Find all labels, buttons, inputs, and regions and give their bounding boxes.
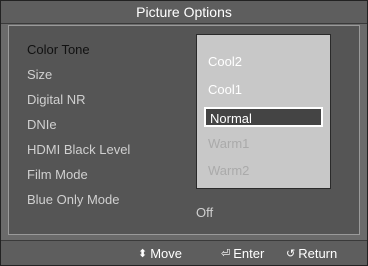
- color-tone-dropdown: Cool2 Cool1 Normal Warm1 Warm2: [196, 34, 331, 189]
- dropdown-option-cool1[interactable]: Cool1: [204, 80, 323, 100]
- dropdown-option-warm1[interactable]: Warm1: [204, 134, 323, 154]
- menu-item-dnie[interactable]: DNIe: [27, 117, 197, 132]
- menu-item-digital-nr[interactable]: Digital NR: [27, 92, 197, 107]
- return-icon: ↺: [286, 248, 296, 260]
- blue-only-mode-value: Off: [196, 205, 214, 220]
- up-down-arrow-icon: ⬍: [138, 248, 148, 260]
- enter-icon: ⏎: [221, 248, 231, 260]
- move-hint-label: Move: [150, 246, 183, 261]
- dropdown-option-cool2[interactable]: Cool2: [204, 52, 323, 72]
- window-title: Picture Options: [136, 4, 232, 20]
- dropdown-option-normal[interactable]: Normal: [204, 107, 323, 127]
- return-hint-label: Return: [298, 246, 338, 261]
- move-hint: ⬍ Move: [138, 246, 182, 261]
- enter-hint-label: Enter: [233, 246, 265, 261]
- enter-hint: ⏎ Enter: [221, 246, 264, 261]
- menu-item-color-tone[interactable]: Color Tone: [27, 42, 197, 57]
- menu-item-size[interactable]: Size: [27, 67, 197, 82]
- menu-item-film-mode[interactable]: Film Mode: [27, 167, 197, 182]
- menu-item-blue-only-mode[interactable]: Blue Only Mode: [27, 192, 197, 207]
- osd-window: Picture Options Color Tone Size Digital …: [0, 0, 368, 266]
- return-hint: ↺ Return: [286, 246, 337, 261]
- title-bar: Picture Options: [1, 1, 367, 24]
- menu-item-hdmi-black-level[interactable]: HDMI Black Level: [27, 142, 197, 157]
- dropdown-option-warm2[interactable]: Warm2: [204, 161, 323, 181]
- footer-bar: ⬍ Move ⏎ Enter ↺ Return: [1, 240, 367, 265]
